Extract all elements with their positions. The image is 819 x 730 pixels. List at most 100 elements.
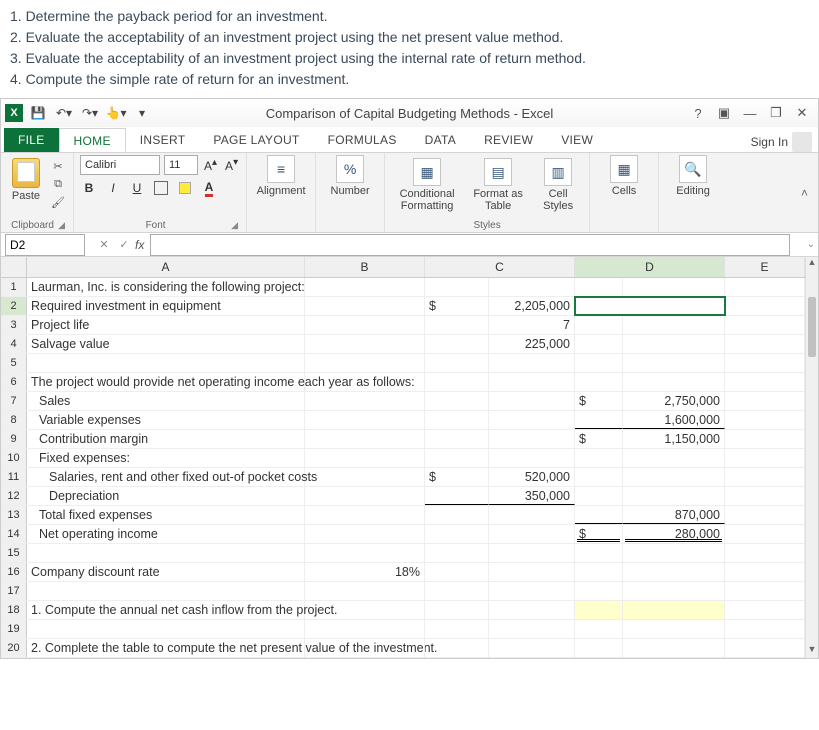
cell[interactable] — [305, 468, 425, 486]
col-header-d[interactable]: D — [575, 257, 725, 277]
cell[interactable]: Depreciation — [27, 487, 305, 505]
cell[interactable] — [575, 582, 623, 600]
cell[interactable] — [305, 335, 425, 353]
cell[interactable] — [489, 506, 575, 524]
cell[interactable] — [575, 373, 623, 391]
cell[interactable] — [489, 525, 575, 543]
cell[interactable] — [489, 392, 575, 410]
cell[interactable] — [725, 620, 805, 638]
row-header[interactable]: 18 — [1, 601, 27, 619]
underline-button[interactable]: U — [128, 179, 146, 197]
fill-color-button[interactable] — [176, 179, 194, 197]
italic-button[interactable]: I — [104, 179, 122, 197]
shrink-font-icon[interactable]: A▾ — [223, 157, 240, 173]
cell[interactable] — [725, 411, 805, 429]
conditional-formatting-button[interactable]: ▦ Conditional Formatting — [391, 158, 463, 212]
cell[interactable]: Laurman, Inc. is considering the followi… — [27, 278, 305, 296]
row-header[interactable]: 11 — [1, 468, 27, 486]
enter-formula-icon[interactable]: ✓ — [115, 236, 133, 254]
row-header[interactable]: 2 — [1, 297, 27, 315]
cell[interactable] — [623, 582, 725, 600]
cell[interactable]: 18% — [305, 563, 425, 581]
cell[interactable] — [425, 620, 489, 638]
redo-icon[interactable]: ↷▾ — [79, 102, 101, 124]
paste-button[interactable]: Paste — [7, 158, 45, 202]
cell[interactable] — [623, 335, 725, 353]
col-header-b[interactable]: B — [305, 257, 425, 277]
cell[interactable] — [725, 582, 805, 600]
cell[interactable] — [425, 506, 489, 524]
tab-view[interactable]: VIEW — [547, 128, 607, 152]
cell[interactable] — [575, 563, 623, 581]
cell[interactable] — [623, 449, 725, 467]
cell[interactable]: Variable expenses — [27, 411, 305, 429]
cell[interactable] — [27, 544, 305, 562]
row-header[interactable]: 19 — [1, 620, 27, 638]
font-dialog-icon[interactable]: ◢ — [231, 220, 240, 231]
cell[interactable] — [725, 392, 805, 410]
cell[interactable] — [489, 411, 575, 429]
cell[interactable] — [575, 544, 623, 562]
cell[interactable] — [725, 354, 805, 372]
cell[interactable] — [575, 278, 623, 296]
cell[interactable] — [725, 468, 805, 486]
cell[interactable] — [425, 392, 489, 410]
qat-customize-icon[interactable]: ▾ — [131, 102, 153, 124]
cell[interactable]: 280,000 — [623, 525, 725, 543]
row-header[interactable]: 14 — [1, 525, 27, 543]
close-button[interactable]: ✕ — [790, 103, 814, 123]
cell[interactable]: $ — [425, 297, 489, 315]
row-header[interactable]: 17 — [1, 582, 27, 600]
cell[interactable] — [425, 601, 489, 619]
cell[interactable]: $ — [575, 392, 623, 410]
name-box[interactable] — [5, 234, 85, 256]
row-header[interactable]: 6 — [1, 373, 27, 391]
cell[interactable] — [305, 392, 425, 410]
cell[interactable] — [623, 354, 725, 372]
col-header-c[interactable]: C — [425, 257, 575, 277]
cell[interactable] — [425, 278, 489, 296]
cell[interactable] — [425, 354, 489, 372]
row-header[interactable]: 12 — [1, 487, 27, 505]
tab-home[interactable]: HOME — [59, 128, 126, 152]
cell[interactable] — [305, 430, 425, 448]
cell[interactable] — [725, 639, 805, 657]
expand-formula-bar-icon[interactable]: ⌄ — [804, 239, 818, 250]
row-header[interactable]: 1 — [1, 278, 27, 296]
col-header-a[interactable]: A — [27, 257, 305, 277]
cell[interactable] — [575, 354, 623, 372]
cell[interactable] — [425, 316, 489, 334]
cell[interactable] — [305, 601, 425, 619]
fx-icon[interactable]: fx — [135, 238, 144, 252]
cell[interactable]: 350,000 — [489, 487, 575, 505]
cell[interactable] — [623, 487, 725, 505]
cell[interactable]: 1. Compute the annual net cash inflow fr… — [27, 601, 305, 619]
row-header[interactable]: 9 — [1, 430, 27, 448]
font-size-select[interactable]: 11 — [164, 155, 198, 175]
cell[interactable]: Salaries, rent and other fixed out-of po… — [27, 468, 305, 486]
tab-insert[interactable]: INSERT — [126, 128, 200, 152]
cut-icon[interactable]: ✂ — [49, 158, 67, 174]
cell[interactable]: Contribution margin — [27, 430, 305, 448]
cell[interactable]: Total fixed expenses — [27, 506, 305, 524]
cell[interactable] — [489, 430, 575, 448]
cancel-formula-icon[interactable]: ✕ — [95, 236, 113, 254]
bold-button[interactable]: B — [80, 179, 98, 197]
cell[interactable] — [623, 544, 725, 562]
cell[interactable] — [305, 525, 425, 543]
row-header[interactable]: 15 — [1, 544, 27, 562]
touch-mode-icon[interactable]: 👆▾ — [105, 102, 127, 124]
cell[interactable] — [425, 563, 489, 581]
cell[interactable] — [575, 335, 623, 353]
cell[interactable] — [425, 411, 489, 429]
cell[interactable] — [489, 601, 575, 619]
cell[interactable] — [623, 373, 725, 391]
cell[interactable] — [623, 639, 725, 657]
cell[interactable] — [305, 620, 425, 638]
clipboard-dialog-icon[interactable]: ◢ — [58, 220, 67, 231]
cell[interactable] — [305, 278, 425, 296]
cell[interactable] — [489, 278, 575, 296]
cell[interactable] — [425, 544, 489, 562]
row-header[interactable]: 7 — [1, 392, 27, 410]
cell[interactable] — [725, 278, 805, 296]
